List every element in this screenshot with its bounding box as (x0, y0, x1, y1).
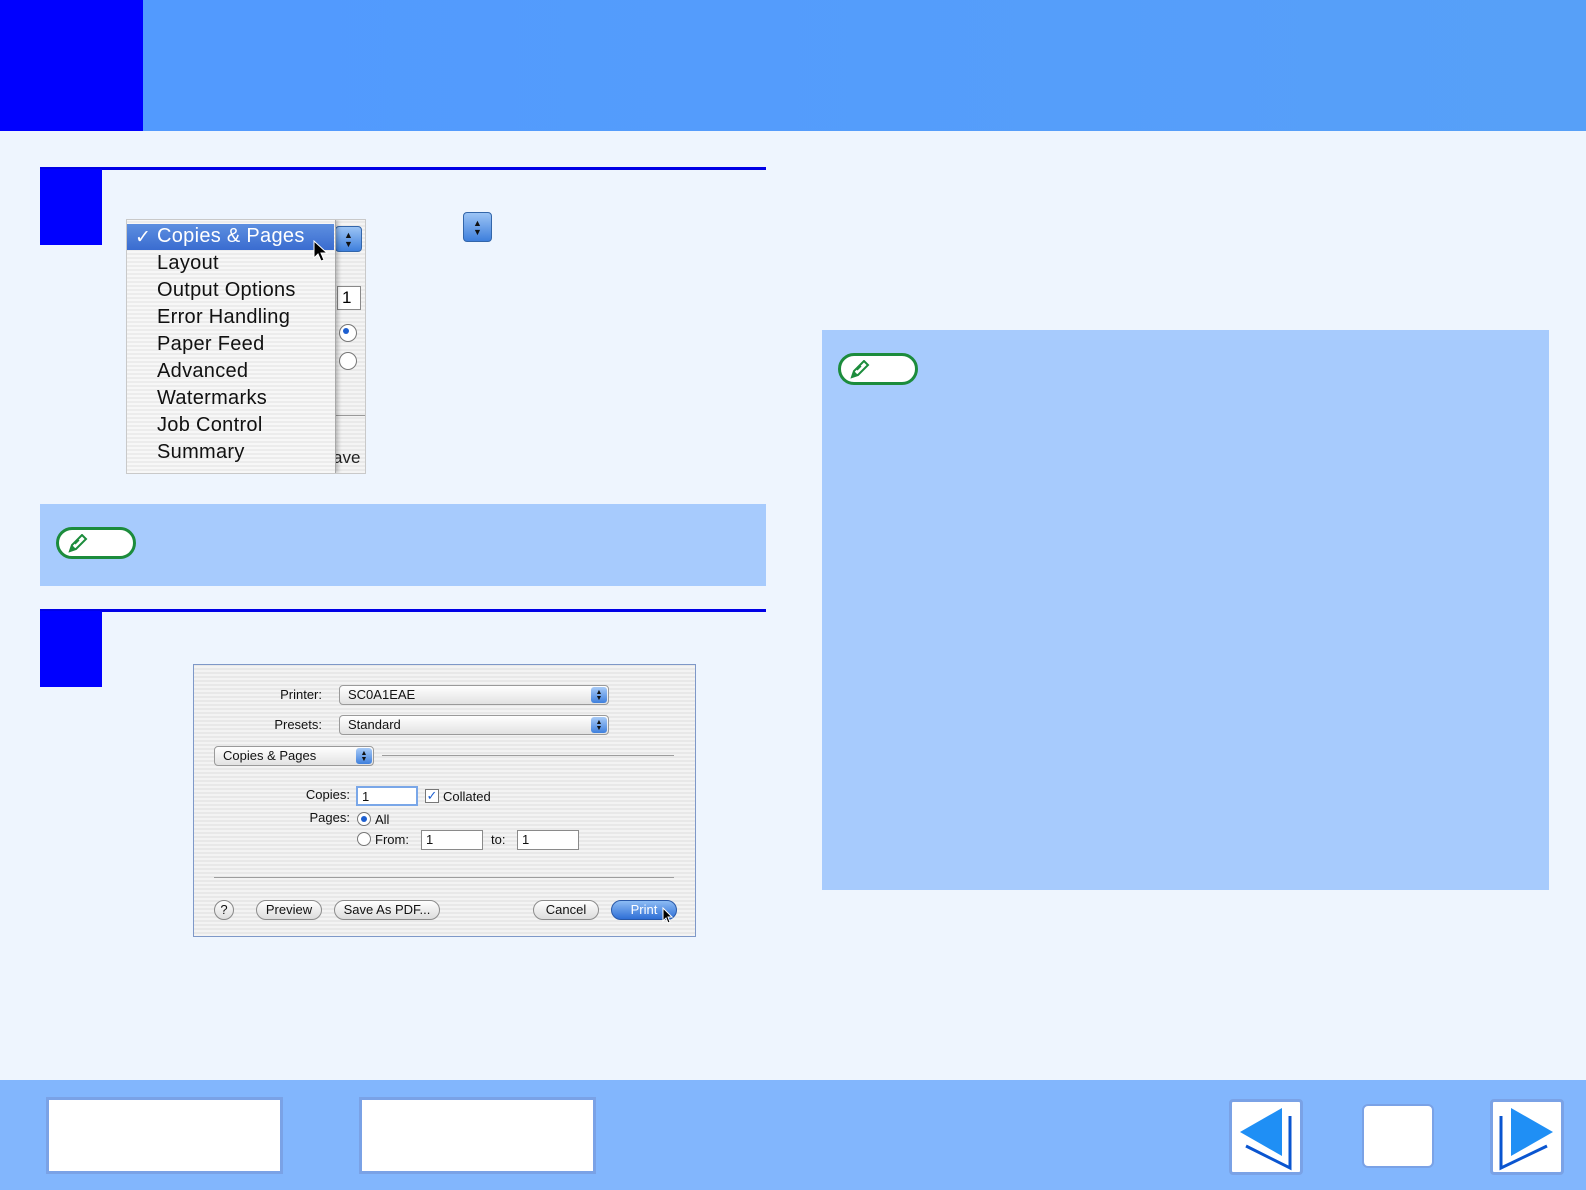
note-panel-step-1 (40, 504, 766, 586)
menu-item-watermarks[interactable]: Watermarks (157, 387, 267, 410)
help-button[interactable]: ? (214, 900, 234, 920)
menu-item-output-options[interactable]: Output Options (157, 279, 296, 302)
previous-page-button[interactable] (1229, 1099, 1303, 1175)
popup-arrows-icon: ▲ ▼ (463, 212, 492, 242)
return-button[interactable] (1362, 1104, 1434, 1168)
presets-select[interactable]: Standard ▲ ▼ (339, 715, 609, 735)
printer-select[interactable]: SC0A1EAE ▲ ▼ (339, 685, 609, 705)
right-arrow-icon (1499, 1108, 1553, 1171)
pages-from-label: From: (375, 832, 409, 847)
background-copies-field: 1 (337, 286, 361, 310)
collated-label: Collated (443, 789, 491, 804)
step-1-marker (40, 169, 102, 245)
background-radio-all (339, 324, 357, 342)
cursor-icon (313, 240, 329, 262)
presets-select-arrows-icon: ▲ ▼ (591, 717, 607, 733)
step-2-marker (40, 611, 102, 687)
panel-menu[interactable]: ✓ Copies & Pages Layout Output Options E… (127, 220, 336, 473)
menu-item-job-control[interactable]: Job Control (157, 414, 263, 437)
menu-item-copies-pages[interactable]: Copies & Pages (157, 225, 305, 248)
pencil-icon (850, 360, 870, 379)
step-2-divider (40, 609, 766, 612)
menu-item-paper-feed[interactable]: Paper Feed (157, 333, 265, 356)
panel-select[interactable]: Copies & Pages ▲ ▼ (214, 746, 374, 766)
copies-label: Copies: (305, 787, 350, 802)
background-save-text: ave (333, 448, 361, 467)
pages-all-radio[interactable] (357, 812, 371, 826)
collated-checkbox[interactable]: ✓ (425, 789, 439, 803)
printer-select-arrows-icon: ▲ ▼ (591, 687, 607, 703)
note-badge (838, 353, 918, 385)
contents-button[interactable] (46, 1097, 283, 1174)
note-panel-right (822, 330, 1549, 890)
next-page-button[interactable] (1490, 1099, 1564, 1175)
cancel-button[interactable]: Cancel (533, 900, 599, 920)
save-as-pdf-button[interactable]: Save As PDF... (334, 900, 440, 920)
page-header (0, 0, 1586, 131)
presets-label: Presets: (274, 717, 322, 732)
background-radio-from (339, 352, 357, 370)
index-button[interactable] (359, 1097, 596, 1174)
printer-label: Printer: (280, 687, 322, 702)
panel-menu-screenshot: ▲ ▼ 1 ave ✓ Copies & Pages Layout Output … (126, 219, 366, 474)
menu-item-layout[interactable]: Layout (157, 252, 219, 275)
pages-all-label: All (375, 812, 390, 827)
checkmark-icon: ✓ (135, 227, 151, 248)
chapter-marker (0, 0, 143, 131)
pages-label: Pages: (309, 810, 350, 825)
menu-item-summary[interactable]: Summary (157, 441, 245, 464)
preview-button[interactable]: Preview (256, 900, 322, 920)
to-label: to: (491, 832, 506, 847)
step-1-divider (40, 167, 766, 170)
menu-item-advanced[interactable]: Advanced (157, 360, 248, 383)
left-arrow-icon (1240, 1108, 1292, 1171)
note-badge (56, 527, 136, 559)
menu-item-error-handling[interactable]: Error Handling (157, 306, 290, 329)
copies-input[interactable]: 1 (356, 786, 418, 806)
to-page-input[interactable]: 1 (517, 830, 579, 850)
pages-from-radio[interactable] (357, 832, 371, 846)
pencil-icon (68, 534, 88, 553)
panel-select-arrows-icon: ▲ ▼ (356, 748, 372, 764)
from-page-input[interactable]: 1 (421, 830, 483, 850)
menu-popup-arrows-icon: ▲ ▼ (335, 226, 362, 252)
print-dialog-screenshot: Printer: SC0A1EAE ▲ ▼ Presets: Standard ▲… (193, 664, 696, 937)
cursor-icon (662, 907, 674, 924)
